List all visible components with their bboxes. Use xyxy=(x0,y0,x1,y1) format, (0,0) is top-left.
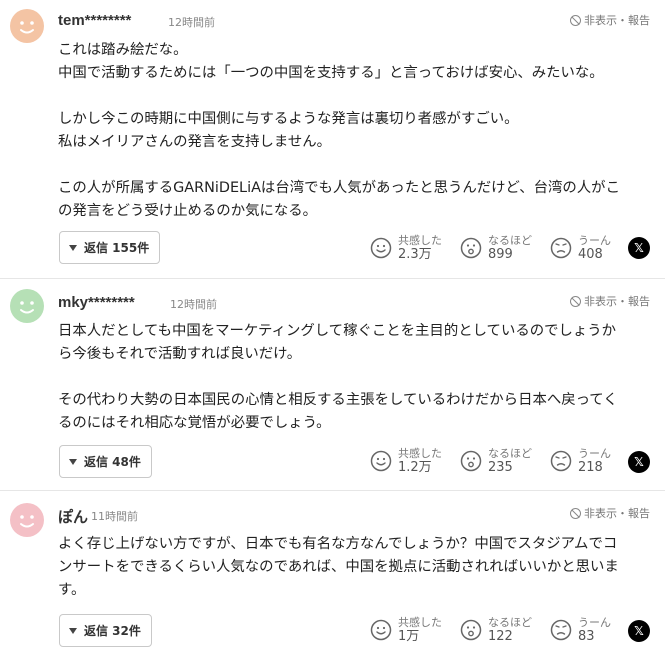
avatar-face-icon xyxy=(10,9,44,43)
reply-count: 返信 32件 xyxy=(84,624,141,638)
empathy-label: 共感した xyxy=(398,616,442,629)
hmm-count: 83 xyxy=(578,629,595,644)
x-logo-icon: 𝕏 xyxy=(634,624,644,638)
insight-label: なるほど xyxy=(488,616,532,629)
comment-item: tem******** 12時間前 非表示・報告 これは踏み絵だな。 中国で活動… xyxy=(0,0,665,278)
username[interactable]: mky******** xyxy=(58,294,135,311)
empathy-count: 1.2万 xyxy=(398,460,432,475)
caret-down-icon xyxy=(69,458,77,465)
x-share-button[interactable]: 𝕏 xyxy=(628,237,650,259)
comment-time: 12時間前 xyxy=(168,16,215,29)
x-logo-icon: 𝕏 xyxy=(634,241,644,255)
comment-text: これは踏み絵だな。 中国で活動するためには「一つの中国を支持する」と言っておけば… xyxy=(58,42,620,219)
hmm-count: 218 xyxy=(578,460,603,475)
avatar-face-icon xyxy=(10,289,44,323)
comment-time: 11時間前 xyxy=(91,510,138,523)
hide-report-label: 非表示・報告 xyxy=(584,14,650,27)
ban-icon xyxy=(570,507,581,519)
hmm-reaction-button[interactable]: うーん 83 xyxy=(550,616,611,644)
x-share-button[interactable]: 𝕏 xyxy=(628,451,650,473)
avatar[interactable] xyxy=(10,503,44,537)
empathy-label: 共感した xyxy=(398,447,442,460)
thinking-face-icon xyxy=(550,619,572,641)
reply-toggle-button[interactable]: 返信 32件 xyxy=(59,614,152,647)
empathy-count: 1万 xyxy=(398,629,420,644)
hide-report-label: 非表示・報告 xyxy=(584,295,650,308)
username[interactable]: tem******** xyxy=(58,12,131,29)
hmm-reaction-button[interactable]: うーん 408 xyxy=(550,234,611,262)
x-logo-icon: 𝕏 xyxy=(634,455,644,469)
reply-count: 返信 48件 xyxy=(84,455,141,469)
insight-reaction-button[interactable]: なるほど 122 xyxy=(460,616,532,644)
empathy-reaction-button[interactable]: 共感した 1万 xyxy=(370,616,442,644)
comment-text: 日本人だとしても中国をマーケティングして稼ぐことを主目的としているのでしょうか … xyxy=(58,323,618,431)
username[interactable]: ぽん xyxy=(58,506,88,527)
empathy-reaction-button[interactable]: 共感した 1.2万 xyxy=(370,447,442,475)
hide-report-button[interactable]: 非表示・報告 xyxy=(570,293,650,309)
empathy-count: 2.3万 xyxy=(398,247,432,262)
empathy-label: 共感した xyxy=(398,234,442,247)
thinking-face-icon xyxy=(550,450,572,472)
surprised-face-icon xyxy=(460,619,482,641)
hmm-count: 408 xyxy=(578,247,603,262)
insight-reaction-button[interactable]: なるほど 899 xyxy=(460,234,532,262)
avatar[interactable] xyxy=(10,9,44,43)
empathy-reaction-button[interactable]: 共感した 2.3万 xyxy=(370,234,442,262)
smile-face-icon xyxy=(370,237,392,259)
hmm-label: うーん xyxy=(578,234,611,247)
surprised-face-icon xyxy=(460,237,482,259)
smile-face-icon xyxy=(370,619,392,641)
hide-report-button[interactable]: 非表示・報告 xyxy=(570,12,650,28)
comment-text: よく存じ上げない方ですが、日本でも有名な方なんでしょうか？中国でスタジアムでコ … xyxy=(58,536,619,598)
surprised-face-icon xyxy=(460,450,482,472)
insight-count: 122 xyxy=(488,629,513,644)
avatar[interactable] xyxy=(10,289,44,323)
hmm-label: うーん xyxy=(578,616,611,629)
smile-face-icon xyxy=(370,450,392,472)
insight-count: 899 xyxy=(488,247,513,262)
comment-time: 12時間前 xyxy=(170,298,217,311)
avatar-face-icon xyxy=(10,503,44,537)
comment-item: ぽん 11時間前 非表示・報告 よく存じ上げない方ですが、日本でも有名な方なんで… xyxy=(0,490,665,655)
hmm-label: うーん xyxy=(578,447,611,460)
comment-item: mky******** 12時間前 非表示・報告 日本人だとしても中国をマーケテ… xyxy=(0,278,665,490)
reply-toggle-button[interactable]: 返信 155件 xyxy=(59,231,161,264)
hmm-reaction-button[interactable]: うーん 218 xyxy=(550,447,611,475)
insight-label: なるほど xyxy=(488,234,532,247)
x-share-button[interactable]: 𝕏 xyxy=(628,620,650,642)
hide-report-label: 非表示・報告 xyxy=(584,507,650,520)
ban-icon xyxy=(570,14,581,26)
insight-label: なるほど xyxy=(488,447,532,460)
ban-icon xyxy=(570,295,581,307)
hide-report-button[interactable]: 非表示・報告 xyxy=(570,505,650,521)
thinking-face-icon xyxy=(550,237,572,259)
reply-toggle-button[interactable]: 返信 48件 xyxy=(59,445,152,478)
caret-down-icon xyxy=(69,627,77,634)
insight-reaction-button[interactable]: なるほど 235 xyxy=(460,447,532,475)
reply-count: 返信 155件 xyxy=(84,241,150,255)
insight-count: 235 xyxy=(488,460,513,475)
caret-down-icon xyxy=(69,244,77,251)
